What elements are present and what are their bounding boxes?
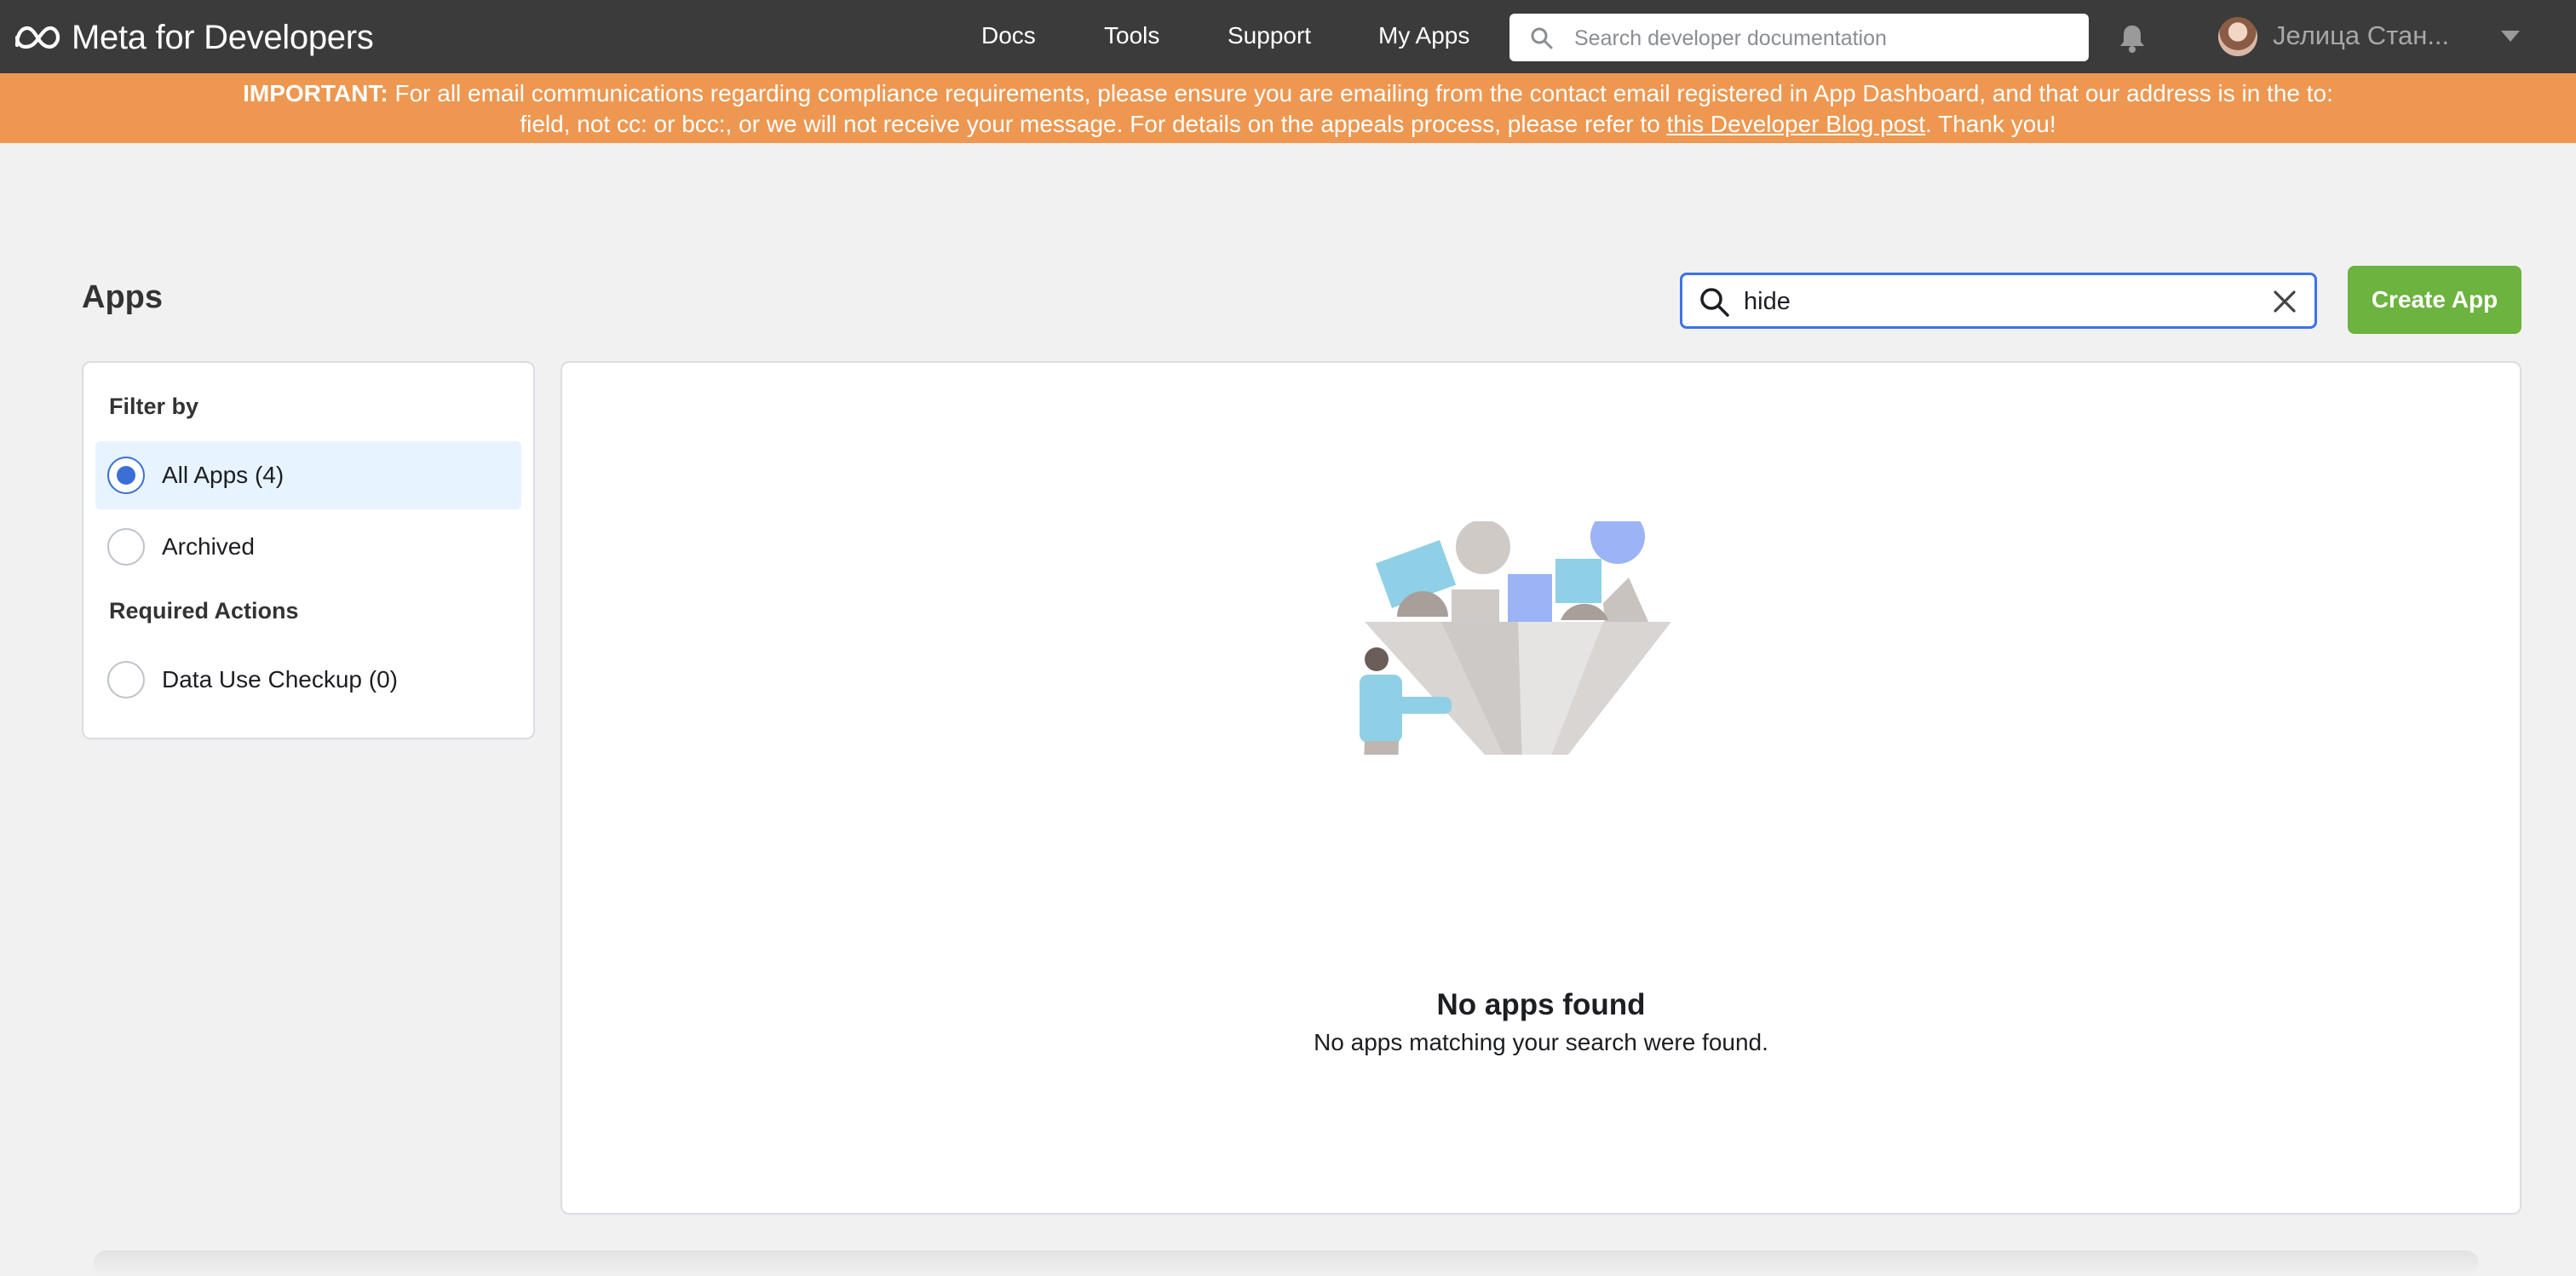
banner-line-2: field, not cc: or bcc:, or we will not r… — [0, 109, 2576, 140]
empty-state-illustration — [1360, 521, 1671, 755]
filter-option-archived[interactable]: Archived — [95, 513, 521, 581]
nav-link-docs[interactable]: Docs — [981, 22, 1036, 49]
filter-option-all-apps[interactable]: All Apps (4) — [95, 441, 521, 509]
filter-panel: Filter by All Apps (4) Archived Required… — [82, 361, 535, 739]
app-search-box[interactable] — [1680, 273, 2317, 329]
developer-blog-link[interactable]: this Developer Blog post — [1667, 111, 1926, 137]
filter-heading: Filter by — [109, 394, 199, 419]
radio-data-use-checkup[interactable] — [107, 661, 145, 698]
empty-state-subtitle: No apps matching your search were found. — [1314, 1029, 1768, 1055]
top-navigation-bar: Meta for Developers Docs Tools Support M… — [0, 0, 2576, 73]
filter-option-label: Data Use Checkup (0) — [162, 666, 399, 693]
empty-state-title: No apps found — [1436, 988, 1646, 1021]
page-title: Apps — [82, 279, 163, 315]
create-app-button[interactable]: Create App — [2348, 266, 2521, 334]
chevron-down-icon[interactable] — [2501, 31, 2520, 42]
avatar[interactable] — [2218, 17, 2257, 56]
docs-search-input[interactable] — [1573, 14, 2079, 63]
bottom-divider — [94, 1250, 2479, 1276]
nav-link-support[interactable]: Support — [1228, 22, 1311, 49]
meta-for-developers-logo[interactable]: Meta for Developers — [12, 15, 374, 60]
search-icon — [1700, 288, 1729, 317]
filter-option-label: All Apps (4) — [162, 462, 285, 488]
docs-search-box[interactable] — [1509, 14, 2089, 63]
radio-archived[interactable] — [107, 528, 145, 566]
filter-option-label: Archived — [162, 533, 255, 560]
banner-line-1: IMPORTANT: For all email communications … — [0, 78, 2576, 109]
apps-results-panel: No apps found No apps matching your sear… — [561, 361, 2521, 1215]
app-search-input[interactable] — [1742, 275, 2240, 328]
radio-all-apps[interactable] — [107, 457, 145, 494]
required-actions-heading: Required Actions — [109, 598, 299, 624]
banner-text-3: . Thank you! — [1925, 111, 2056, 137]
banner-text-2: field, not cc: or bcc:, or we will not r… — [520, 111, 1667, 137]
banner-text-1: For all email communications regarding c… — [388, 80, 2333, 106]
clear-icon[interactable] — [2272, 289, 2297, 314]
compliance-banner: IMPORTANT: For all email communications … — [0, 73, 2576, 143]
meta-logo-icon — [14, 26, 60, 49]
filter-option-data-use-checkup[interactable]: Data Use Checkup (0) — [95, 646, 521, 714]
search-icon — [1531, 27, 1553, 49]
nav-link-my-apps[interactable]: My Apps — [1378, 22, 1469, 49]
banner-important-label: IMPORTANT: — [243, 80, 388, 106]
nav-link-tools[interactable]: Tools — [1104, 22, 1159, 49]
bell-icon[interactable] — [2115, 20, 2149, 55]
user-name[interactable]: Јелица Стан... — [2273, 20, 2449, 51]
logo-text: Meta for Developers — [72, 18, 374, 56]
